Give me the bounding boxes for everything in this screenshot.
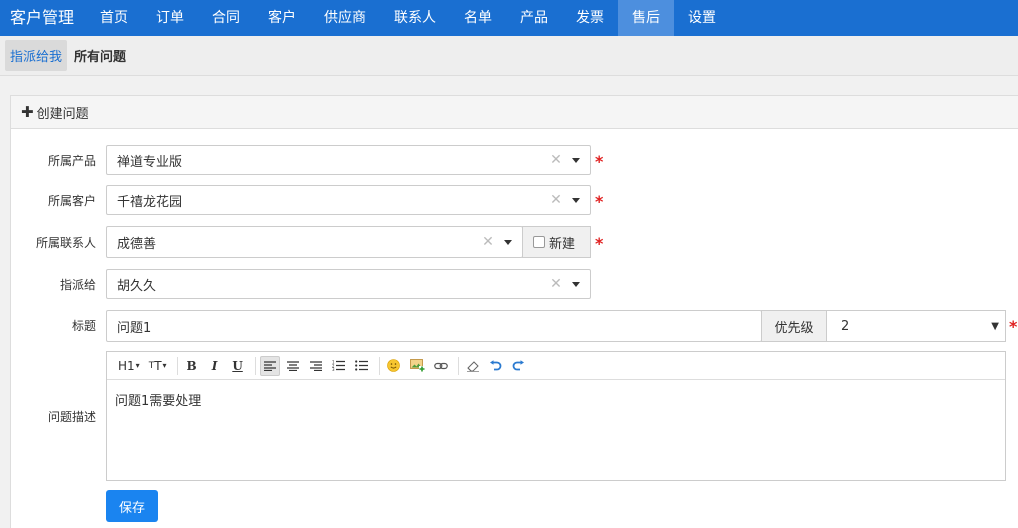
nav-item-settings[interactable]: 设置 xyxy=(674,0,730,36)
nav-item-products[interactable]: 产品 xyxy=(506,0,562,36)
assignee-label: 指派给 xyxy=(59,278,96,292)
undo-icon[interactable] xyxy=(486,356,506,376)
title-label: 标题 xyxy=(71,319,96,333)
toolbar-divider xyxy=(378,356,380,375)
editor-toolbar: H1 ▾ T T ▾ B I U 123 xyxy=(107,352,1005,380)
app-title[interactable]: 客户管理 xyxy=(0,0,86,36)
heading-button[interactable]: H1 ▾ xyxy=(115,356,143,376)
panel-header: ✚ 创建问题 xyxy=(11,96,1018,129)
chevron-down-icon[interactable] xyxy=(572,197,580,203)
required-mark: * xyxy=(1009,317,1018,336)
nav-item-contracts[interactable]: 合同 xyxy=(198,0,254,36)
font-size-button[interactable]: T T ▾ xyxy=(146,356,170,376)
required-mark: * xyxy=(595,192,604,211)
svg-text:3: 3 xyxy=(332,367,335,371)
align-center-icon[interactable] xyxy=(283,356,303,376)
top-nav-bar: 客户管理 首页 订单 合同 客户 供应商 联系人 名单 产品 发票 售后 设置 xyxy=(0,0,1018,36)
chevron-down-icon[interactable] xyxy=(504,239,512,245)
nav-item-after-sales[interactable]: 售后 xyxy=(618,0,675,36)
align-right-icon[interactable] xyxy=(306,356,326,376)
required-mark: * xyxy=(595,234,604,253)
nav-item-customers[interactable]: 客户 xyxy=(254,0,310,36)
assignee-select[interactable]: 胡久久 ✕ xyxy=(106,269,591,299)
ordered-list-icon[interactable]: 123 xyxy=(329,356,349,376)
underline-icon[interactable]: U xyxy=(228,356,248,376)
nav-item-invoices[interactable]: 发票 xyxy=(562,0,618,36)
description-editor: H1 ▾ T T ▾ B I U 123 问题1需要处理 xyxy=(106,351,1006,481)
required-mark: * xyxy=(595,152,604,171)
priority-select[interactable]: 2 ▼ xyxy=(826,310,1006,342)
contact-select[interactable]: 成德善 ✕ xyxy=(106,226,523,258)
new-contact-checkbox[interactable] xyxy=(533,236,545,248)
new-contact-toggle[interactable]: 新建 xyxy=(522,226,591,258)
nav-item-home[interactable]: 首页 xyxy=(86,0,142,36)
toolbar-divider xyxy=(176,356,178,375)
redo-icon[interactable] xyxy=(509,356,529,376)
nav-item-lists[interactable]: 名单 xyxy=(450,0,506,36)
emoticon-icon[interactable] xyxy=(384,356,404,376)
plus-icon: ✚ xyxy=(21,103,34,121)
product-select[interactable]: 禅道专业版 ✕ xyxy=(106,145,591,175)
clear-icon[interactable]: ✕ xyxy=(548,276,564,292)
chevron-down-icon: ▼ xyxy=(991,320,999,332)
italic-icon[interactable]: I xyxy=(205,356,225,376)
clear-icon[interactable]: ✕ xyxy=(480,234,496,250)
image-icon[interactable] xyxy=(407,356,428,376)
bold-icon[interactable]: B xyxy=(182,356,202,376)
priority-value: 2 xyxy=(841,318,850,334)
save-button[interactable]: 保存 xyxy=(106,490,158,522)
product-label: 所属产品 xyxy=(47,154,96,168)
chevron-down-icon[interactable] xyxy=(572,157,580,163)
new-contact-label: 新建 xyxy=(549,236,576,252)
customer-value: 千禧龙花园 xyxy=(117,194,183,210)
product-value: 禅道专业版 xyxy=(117,154,183,170)
assignee-value: 胡久久 xyxy=(117,278,157,294)
toolbar-divider xyxy=(254,356,256,375)
tab-assigned-to-me[interactable]: 指派给我 xyxy=(5,40,68,71)
priority-label: 优先级 xyxy=(761,310,827,342)
title-value: 问题1 xyxy=(117,320,152,336)
clear-icon[interactable]: ✕ xyxy=(548,192,564,208)
align-left-icon[interactable] xyxy=(259,355,280,376)
title-input[interactable]: 问题1 xyxy=(106,310,762,342)
main-nav: 首页 订单 合同 客户 供应商 联系人 名单 产品 发票 售后 设置 xyxy=(86,0,730,36)
unordered-list-icon[interactable] xyxy=(352,356,372,376)
eraser-icon[interactable] xyxy=(463,356,483,376)
contact-label: 所属联系人 xyxy=(35,236,96,250)
clear-icon[interactable]: ✕ xyxy=(548,152,564,168)
description-label: 问题描述 xyxy=(47,410,96,424)
contact-value: 成德善 xyxy=(117,236,157,252)
panel-title: 创建问题 xyxy=(36,106,89,122)
toolbar-divider xyxy=(457,356,459,375)
customer-select[interactable]: 千禧龙花园 ✕ xyxy=(106,185,591,215)
sub-nav: 指派给我 所有问题 xyxy=(0,36,1018,76)
chevron-down-icon[interactable] xyxy=(572,281,580,287)
link-icon[interactable] xyxy=(431,356,451,376)
nav-item-contacts[interactable]: 联系人 xyxy=(380,0,450,36)
tab-all-issues[interactable]: 所有问题 xyxy=(69,40,131,71)
nav-item-orders[interactable]: 订单 xyxy=(142,0,198,36)
nav-item-suppliers[interactable]: 供应商 xyxy=(310,0,380,36)
description-textarea[interactable]: 问题1需要处理 xyxy=(107,380,1005,419)
customer-label: 所属客户 xyxy=(47,194,96,208)
